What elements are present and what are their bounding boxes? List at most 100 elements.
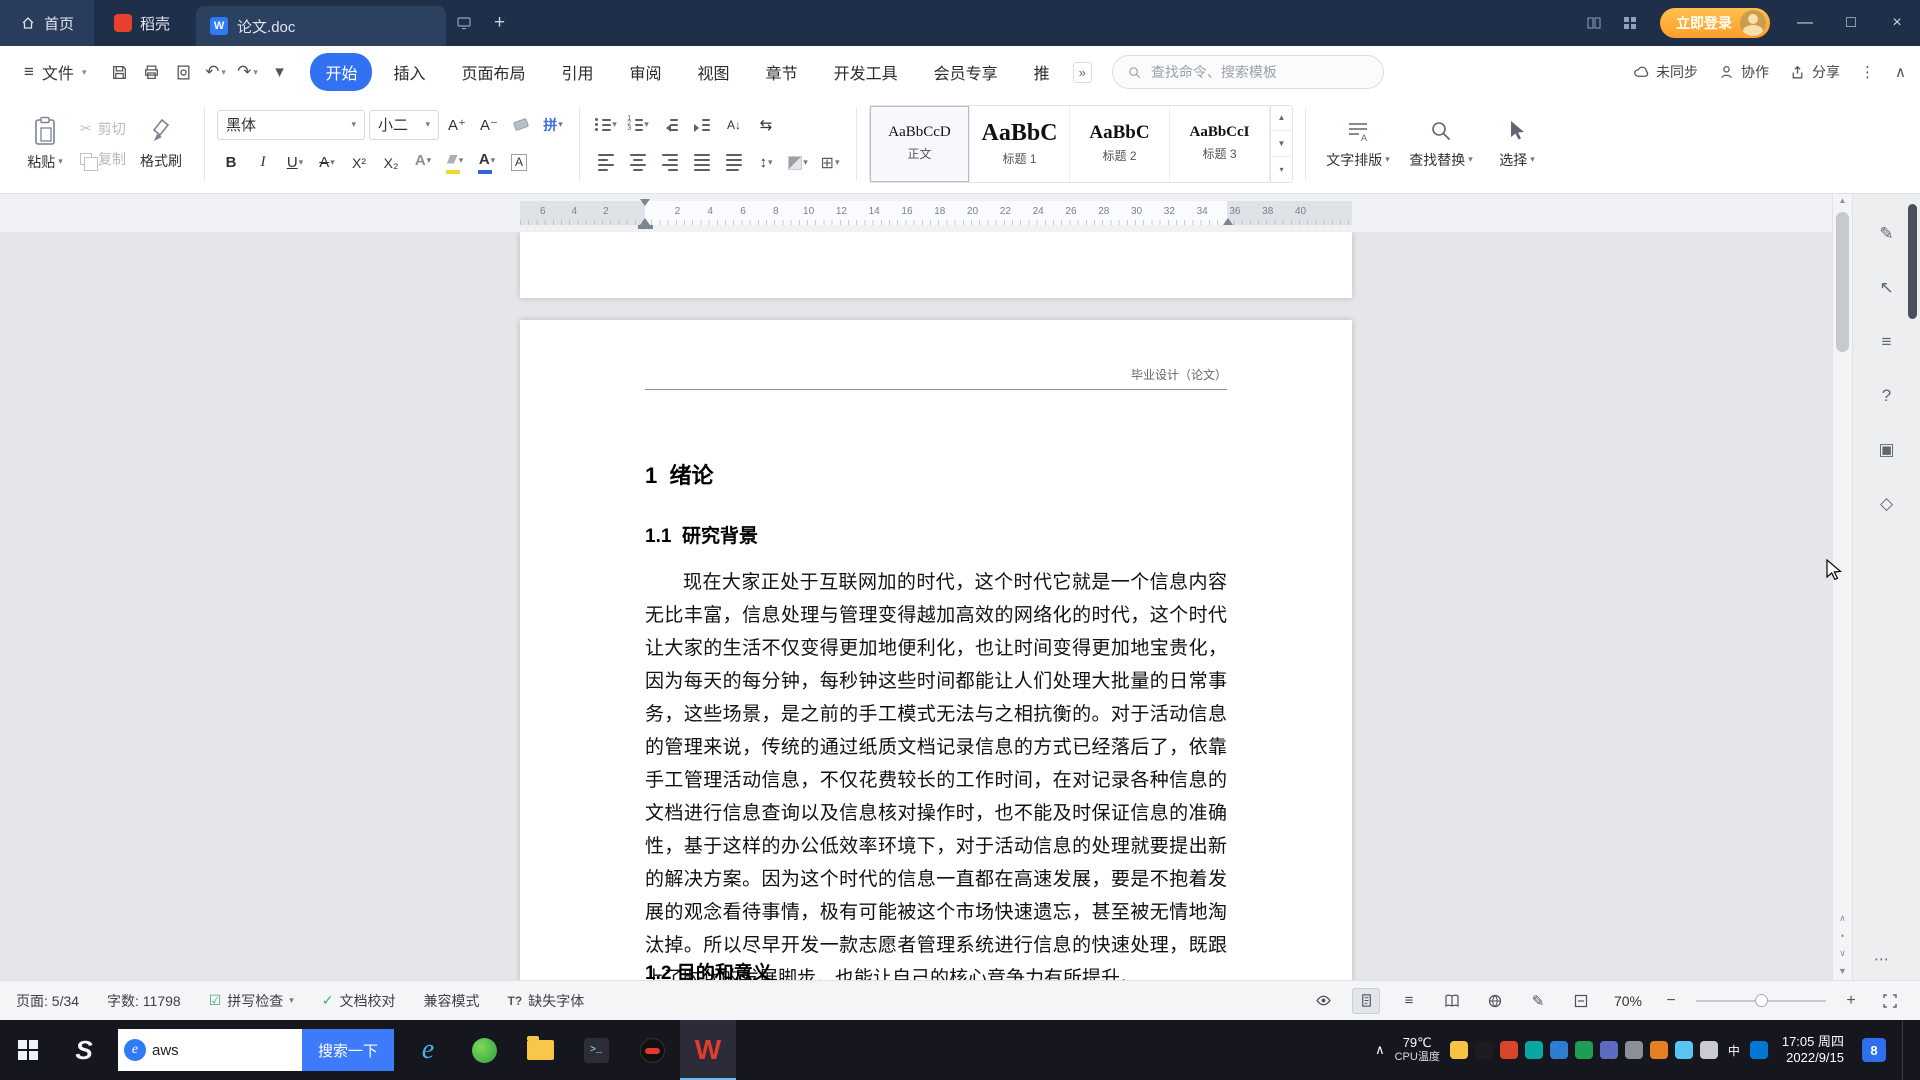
bold-button[interactable]: B [217,149,245,177]
sync-status-button[interactable]: 未同步 [1633,62,1698,82]
copy-button[interactable]: 复制 [80,149,126,171]
right-indent-marker[interactable] [1223,213,1233,225]
minimize-button[interactable]: — [1782,0,1828,46]
tray-network-icon[interactable] [1699,1041,1718,1059]
eye-protect-icon[interactable] [1309,988,1337,1014]
tray-gray-icon[interactable] [1624,1041,1643,1059]
tray-expand-icon[interactable]: ∧ [1375,1042,1385,1058]
scroll-down-button[interactable]: ▼ [1838,966,1847,976]
save-button[interactable] [104,56,134,88]
zoom-in-button[interactable]: + [1841,992,1861,1010]
tab-references[interactable]: 引用 [547,53,609,91]
customize-quick-access-button[interactable]: ▾ [264,56,294,88]
tab-section[interactable]: 章节 [751,53,813,91]
line-spacing-button[interactable]: ↕ ▾ [752,149,780,177]
print-preview-button[interactable] [168,56,198,88]
screen-share-icon[interactable] [446,15,482,31]
tray-ime-icon[interactable]: 中 [1725,1041,1743,1059]
shading-button[interactable]: ▾ [784,149,812,177]
outline-pane-icon[interactable]: ≡ [1882,332,1892,352]
page-header[interactable]: 毕业设计（论文） [645,366,1227,390]
style-heading1[interactable]: AaBbC 标题 1 [970,105,1070,182]
help-icon[interactable]: ? [1882,386,1891,406]
page-view-button[interactable] [1352,987,1380,1014]
word-count[interactable]: 字数: 11798 [107,991,181,1011]
spell-check-button[interactable]: ☑ 拼写检查 ▾ [209,991,294,1011]
body-paragraph[interactable]: 现在大家正处于互联网加的时代，这个时代它就是一个信息内容无比丰富，信息处理与管理… [645,566,1227,980]
maximize-button[interactable]: □ [1828,0,1874,46]
numbering-button[interactable]: ▾ [624,111,652,139]
more-tools-icon[interactable]: ⋯ [1853,950,1910,968]
tray-qq-icon[interactable] [1474,1041,1493,1059]
scroll-up-button[interactable]: ▲ [1833,196,1852,205]
page-indicator[interactable]: 页面: 5/34 [16,991,79,1011]
pinyin-guide-button[interactable]: 拼 ▾ [539,111,567,139]
ie-browser-button[interactable]: e [400,1020,456,1080]
decrease-indent-button[interactable] [656,111,684,139]
tray-red-icon[interactable] [1499,1041,1518,1059]
zoom-out-button[interactable]: − [1661,992,1681,1010]
login-button[interactable]: 立即登录 [1660,8,1770,38]
tray-orange-icon[interactable] [1649,1041,1668,1059]
superscript-button[interactable]: X² [345,149,373,177]
align-right-button[interactable] [656,149,684,177]
grow-font-button[interactable]: A⁺ [443,111,471,139]
current-page[interactable]: 毕业设计（论文） 1 绪论 1.1 研究背景 现在大家正处于互联网加的时代，这个… [520,320,1352,980]
redo-button[interactable]: ↷ ▾ [232,56,262,88]
taskbar-clock[interactable]: 17:05 周四 2022/9/15 [1782,1034,1844,1066]
taskbar-search-button[interactable]: 搜索一下 [302,1029,395,1071]
select-tool-icon[interactable]: ↖ [1879,278,1893,298]
undo-button[interactable]: ↶ ▾ [200,56,230,88]
home-tab[interactable]: 首页 [0,0,95,46]
tray-blue-icon[interactable] [1549,1041,1568,1059]
file-explorer-button[interactable] [512,1020,568,1080]
highlight-button[interactable]: ▾ [441,149,469,177]
read-view-button[interactable] [1438,988,1466,1014]
tab-more[interactable]: 推 [1019,53,1065,91]
fit-page-button[interactable] [1567,988,1595,1014]
tab-insert[interactable]: 插入 [378,53,440,91]
font-size-select[interactable]: 小二 ▾ [369,109,439,140]
tab-view[interactable]: 视图 [683,53,745,91]
zoom-level[interactable]: 70% [1610,993,1646,1009]
taskbar-search-box[interactable]: e aws 搜索一下 [118,1029,395,1071]
navigation-pane-icon[interactable]: ▣ [1878,440,1894,460]
cpu-temp-widget[interactable]: 79℃ CPU温度 [1395,1035,1440,1065]
zoom-slider-knob[interactable] [1754,993,1768,1007]
strikethrough-button[interactable]: A ▾ [313,149,341,177]
shrink-font-button[interactable]: A⁻ [475,111,503,139]
tab-dev-tools[interactable]: 开发工具 [819,53,913,91]
text-effect-button[interactable]: A ▾ [409,149,437,177]
left-indent-marker[interactable] [638,225,653,229]
tray-shield-icon[interactable] [1574,1041,1593,1059]
print-button[interactable] [136,56,166,88]
char-border-button[interactable]: A [505,149,533,177]
gallery-more-button[interactable]: ▾ [1271,157,1292,182]
browser-360-button[interactable] [456,1020,512,1080]
show-desktop-button[interactable] [1902,1020,1910,1080]
find-replace-button[interactable]: 查找替换 ▾ [1398,104,1484,184]
shapes-pane-icon[interactable]: ◇ [1880,494,1893,514]
first-line-indent-marker[interactable] [640,199,650,211]
notification-badge[interactable]: 8 [1862,1038,1886,1062]
wps-taskbar-button[interactable]: W [680,1020,737,1080]
panel-scrollbar-thumb[interactable] [1908,204,1917,319]
collaborate-button[interactable]: 协作 [1718,62,1769,82]
document-tab[interactable]: W 论文.doc [196,6,447,46]
tabs-overflow-icon[interactable]: » [1072,61,1092,83]
style-normal[interactable]: AaBbCcD 正文 [870,105,970,182]
annotate-pen-icon[interactable]: ✎ [1879,224,1893,244]
bullets-button[interactable]: ▾ [592,111,620,139]
fullscreen-button[interactable] [1876,988,1904,1014]
chapter-heading[interactable]: 1 绪论 [645,458,713,490]
align-distribute-button[interactable] [720,149,748,177]
previous-page-button[interactable]: ∧ [1839,913,1846,924]
tab-member[interactable]: 会员专享 [919,53,1013,91]
align-left-button[interactable] [592,149,620,177]
vertical-scrollbar[interactable]: ▲ ∧ • ∨ ▼ [1832,194,1852,980]
text-layout-button[interactable]: A 文字排版 ▾ [1318,104,1398,184]
zoom-slider[interactable] [1696,993,1826,1007]
align-center-button[interactable] [624,149,652,177]
search-assistant-button[interactable]: S [56,1020,112,1080]
share-button[interactable]: 分享 [1789,62,1840,82]
